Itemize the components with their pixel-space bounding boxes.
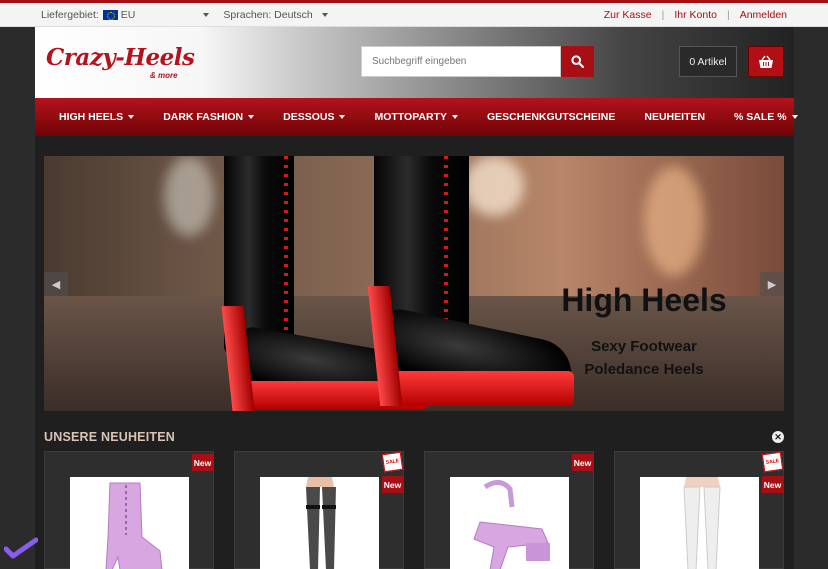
top-bar: Liefergebiet: EU Sprachen: Deutsch Zur K… [0, 0, 828, 27]
chevron-down-icon [128, 115, 135, 119]
site-logo[interactable]: Crazy-Heels & more [46, 44, 196, 84]
nav-label: NEUHEITEN [644, 111, 706, 123]
pink-boot-icon [105, 482, 163, 569]
chevron-left-icon: ◀ [51, 278, 61, 291]
nav-item-mottoparty[interactable]: MOTTOPARTY [374, 111, 458, 123]
chevron-down-icon [791, 115, 798, 119]
cart-count-button[interactable]: 0 Artikel [679, 46, 737, 77]
delivery-label: Liefergebiet: [41, 9, 99, 21]
product-card[interactable]: SALE New [234, 451, 404, 569]
login-link[interactable]: Anmelden [740, 9, 787, 21]
new-badge: New [192, 454, 213, 471]
cart-count-label: 0 Artikel [689, 55, 727, 68]
chevron-down-icon [452, 115, 458, 119]
checkout-link[interactable]: Zur Kasse [604, 9, 652, 21]
nav-label: % SALE % [734, 111, 787, 123]
chevron-down-icon [339, 115, 346, 119]
nav-label: DARK FASHION [163, 111, 244, 123]
product-image-sandal[interactable] [450, 477, 569, 569]
slider-prev-button[interactable]: ◀ [44, 272, 68, 296]
product-card[interactable]: New [44, 451, 214, 569]
nav-item-neuheiten[interactable]: NEUHEITEN [644, 111, 705, 123]
divider: | [661, 9, 665, 21]
sale-badge: SALE [761, 451, 784, 473]
new-badge: New [572, 454, 593, 471]
nav-item-dessous[interactable]: DESSOUS [283, 111, 346, 123]
delivery-area-selector[interactable]: Liefergebiet: EU [41, 9, 210, 21]
search-button[interactable] [561, 46, 594, 77]
sale-badge: SALE [381, 451, 404, 473]
product-card[interactable]: SALE New [614, 451, 784, 569]
basket-icon [759, 55, 773, 68]
slide-subtitle: Sexy Footwear [591, 338, 697, 355]
check-logo-icon[interactable] [4, 537, 38, 559]
nav-label: HIGH HEELS [59, 111, 124, 123]
nav-label: DESSOUS [283, 111, 335, 123]
divider: | [726, 9, 730, 21]
boot-lace [444, 156, 448, 321]
account-links: Zur Kasse | Ihr Konto | Anmelden [604, 9, 787, 21]
nav-item-sale[interactable]: % SALE % [734, 111, 798, 123]
delivery-value: EU [120, 9, 136, 21]
language-label: Sprachen: Deutsch [223, 9, 313, 21]
background-light [464, 156, 524, 216]
slider-next-button[interactable]: ▶ [760, 272, 784, 296]
slide-subtitle: Poledance Heels [584, 361, 704, 378]
chevron-down-icon [248, 115, 255, 119]
nav-item-high-heels[interactable]: HIGH HEELS [59, 111, 135, 123]
product-image-white-stockings[interactable] [640, 477, 759, 569]
new-badge: New [382, 476, 403, 493]
hero-slider[interactable]: High Heels Sexy Footwear Poledance Heels… [44, 156, 784, 411]
slide-title: High Heels [561, 282, 727, 318]
white-stockings-legs-icon [683, 477, 721, 569]
nav-label: GESCHENKGUTSCHEINE [487, 111, 616, 123]
cart-button[interactable] [748, 46, 784, 77]
stockings-legs-icon [306, 477, 336, 569]
nav-label: MOTTOPARTY [374, 111, 447, 123]
nav-item-dark-fashion[interactable]: DARK FASHION [163, 111, 255, 123]
background-light [164, 156, 214, 236]
search-icon [571, 55, 584, 68]
boot-lace [284, 156, 288, 331]
chevron-down-icon [203, 13, 210, 17]
language-selector[interactable]: Sprachen: Deutsch [223, 9, 328, 21]
background-light [644, 166, 704, 276]
product-image-boot[interactable] [70, 477, 189, 569]
topbar-left: Liefergebiet: EU Sprachen: Deutsch [41, 9, 328, 21]
site-header: Crazy-Heels & more 0 Artikel [35, 27, 794, 98]
section-title: UNSERE NEUHEITEN [44, 430, 175, 444]
logo-subtext: & more [150, 71, 178, 80]
eu-flag-icon [102, 10, 118, 20]
search-input[interactable] [361, 46, 561, 77]
close-icon[interactable]: ✕ [772, 431, 784, 443]
chevron-right-icon: ▶ [767, 278, 777, 291]
nav-item-geschenkgutscheine[interactable]: GESCHENKGUTSCHEINE [487, 111, 615, 123]
main-navigation: HIGH HEELS DARK FASHION DESSOUS MOTTOPAR… [35, 98, 798, 136]
new-badge: New [762, 476, 783, 493]
chevron-down-icon [321, 13, 328, 17]
account-link[interactable]: Ihr Konto [674, 9, 717, 21]
product-image-stockings[interactable] [260, 477, 379, 569]
logo-text: Crazy-Heels [46, 44, 195, 71]
pink-sandal-icon [473, 480, 550, 569]
product-card[interactable]: New [424, 451, 594, 569]
